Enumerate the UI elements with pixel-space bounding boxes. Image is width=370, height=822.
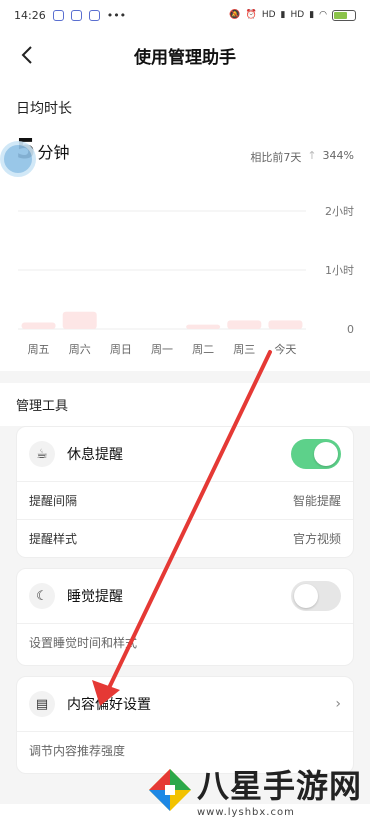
- x-tick-label: 周日: [110, 343, 132, 355]
- avg-unit: 分钟: [37, 143, 70, 162]
- row-label: 提醒样式: [29, 532, 78, 546]
- row-value: 智能提醒: [292, 494, 341, 508]
- page-title: 使用管理助手: [134, 47, 236, 68]
- signal-icon: ▮: [280, 10, 286, 20]
- row-label: 提醒间隔: [29, 494, 78, 508]
- watermark-title: 八星手游网: [196, 767, 362, 805]
- app-notification-icon: [88, 9, 100, 21]
- watermark-logo: [147, 767, 193, 813]
- x-tick-label: 周一: [151, 343, 173, 355]
- content-pref-label: 内容偏好设置: [67, 697, 151, 713]
- status-left: 14:26 •••: [14, 9, 126, 22]
- bar-周六[interactable]: [62, 311, 97, 329]
- compare-info: 相比前7天 ↑ 344%: [250, 149, 354, 165]
- bar-今天[interactable]: [268, 320, 303, 329]
- daily-avg-row: 5 分钟 相比前7天 ↑ 344%: [0, 132, 370, 165]
- sleep-reminder-label: 睡觉提醒: [67, 589, 123, 605]
- watermark-text: 八星手游网 www.lyshbx.com: [197, 761, 362, 818]
- tools-section: 管理工具 ☕ 休息提醒 提醒间隔 智能提醒 提醒样式 官方视频 ☾ 睡觉提醒 设…: [0, 383, 370, 804]
- header: 使用管理助手: [0, 30, 370, 80]
- status-time: 14:26: [14, 8, 46, 22]
- usage-chart-svg: 2小时 1小时 0 周五 周六 周日 周一 周二 周三 今天: [18, 205, 354, 355]
- app-notification-icon: [52, 9, 64, 21]
- bar-周五[interactable]: [21, 322, 56, 329]
- x-tick-label: 周三: [233, 343, 255, 355]
- status-bar: 14:26 ••• 🔕 ⏰ HD ▮ HD ▮ ◠: [0, 0, 370, 30]
- status-right: 🔕 ⏰ HD ▮ HD ▮ ◠: [229, 9, 356, 21]
- battery-icon: [332, 9, 356, 21]
- sleep-reminder-head: ☾ 睡觉提醒: [17, 569, 353, 623]
- sleep-reminder-toggle[interactable]: [291, 581, 341, 611]
- rest-reminder-label: 休息提醒: [67, 447, 123, 463]
- up-arrow-icon: ↑: [307, 149, 317, 162]
- back-button[interactable]: [12, 40, 42, 70]
- usage-chart: 2小时 1小时 0 周五 周六 周日 周一 周二 周三 今天: [0, 185, 370, 355]
- toggle-knob: [294, 584, 318, 608]
- rest-reminder-card: ☕ 休息提醒 提醒间隔 智能提醒 提醒样式 官方视频: [16, 426, 354, 558]
- hd-label: HD: [290, 10, 305, 20]
- floating-bubble[interactable]: [0, 141, 36, 177]
- tools-title: 管理工具: [0, 383, 370, 426]
- bar-周三[interactable]: [227, 320, 262, 329]
- x-tick-label: 周五: [28, 343, 50, 355]
- settings-doc-icon: ▤: [29, 691, 55, 717]
- rest-reminder-toggle[interactable]: [291, 439, 341, 469]
- app-notification-icon: [70, 9, 82, 21]
- cup-icon: ☕: [29, 441, 55, 467]
- chevron-right-icon: ›: [335, 696, 341, 712]
- toggle-knob: [314, 442, 338, 466]
- alarm-icon: ⏰: [245, 10, 257, 20]
- rest-reminder-head: ☕ 休息提醒: [17, 427, 353, 481]
- daily-avg-title: 日均时长: [16, 101, 72, 117]
- reminder-style-row[interactable]: 提醒样式 官方视频: [17, 519, 353, 557]
- signal-icon: ▮: [309, 10, 315, 20]
- content-pref-head[interactable]: ▤ 内容偏好设置 ›: [17, 677, 353, 731]
- x-tick-label: 今天: [274, 342, 296, 355]
- watermark-url: www.lyshbx.com: [196, 807, 295, 818]
- compare-value: 344%: [322, 149, 354, 162]
- mute-icon: 🔕: [229, 10, 241, 20]
- wifi-icon: ◠: [319, 10, 327, 20]
- y-tick-label: 1小时: [325, 264, 354, 277]
- section-divider: [0, 371, 370, 383]
- hd-label: HD: [261, 10, 276, 20]
- bar-周二[interactable]: [186, 324, 221, 329]
- more-notifications-icon: •••: [106, 8, 127, 22]
- sleep-reminder-sub[interactable]: 设置睡觉时间和样式: [17, 623, 353, 665]
- sleep-reminder-card: ☾ 睡觉提醒 设置睡觉时间和样式: [16, 568, 354, 666]
- moon-icon: ☾: [29, 583, 55, 609]
- row-value: 官方视频: [292, 532, 341, 546]
- watermark: 八星手游网 www.lyshbx.com: [147, 761, 362, 818]
- y-tick-label: 0: [347, 323, 354, 336]
- x-tick-label: 周六: [69, 343, 91, 355]
- reminder-interval-row[interactable]: 提醒间隔 智能提醒: [17, 481, 353, 519]
- compare-label: 相比前7天: [250, 151, 302, 164]
- content-pref-card[interactable]: ▤ 内容偏好设置 › 调节内容推荐强度: [16, 676, 354, 774]
- chevron-left-icon: [21, 46, 32, 64]
- y-tick-label: 2小时: [325, 205, 354, 218]
- x-tick-label: 周二: [192, 343, 214, 355]
